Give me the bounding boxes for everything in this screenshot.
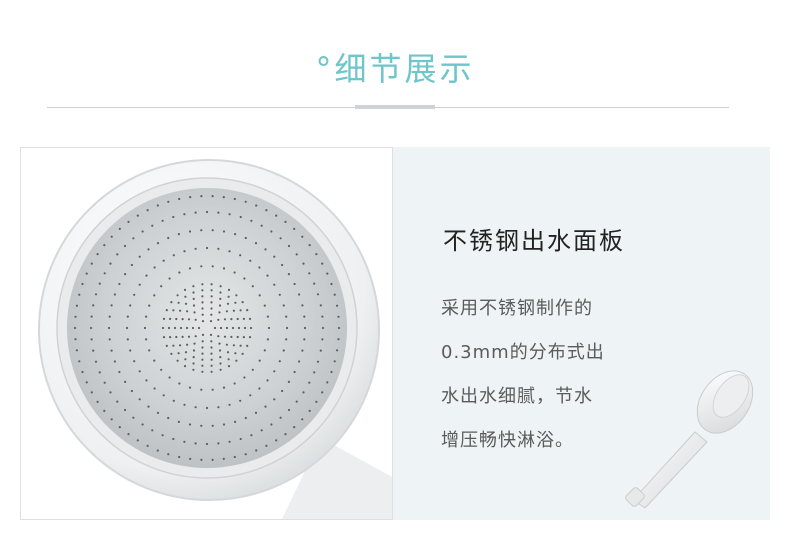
shower-head-icon [38,159,392,519]
section-header: °细节展示 [0,0,790,120]
handheld-shower-icon [625,370,754,509]
feature-title: 不锈钢出水面板 [443,227,625,255]
feature-panel: 不锈钢出水面板 采用不锈钢制作的 0.3mm的分布式出 水出水细腻，节水 增压畅… [393,147,770,520]
description-line: 采用不锈钢制作的 [441,298,593,319]
shower-head-closeup-image [20,147,393,520]
header-divider-accent [355,105,435,109]
page-title: °细节展示 [315,50,475,88]
